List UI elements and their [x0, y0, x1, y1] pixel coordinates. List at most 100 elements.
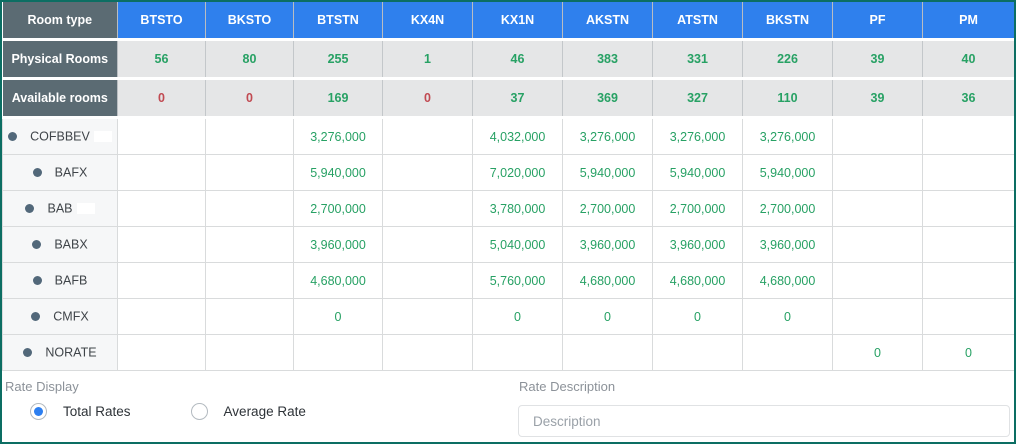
rate-value-cell: 0: [472, 298, 563, 335]
rate-value-cell: [117, 154, 206, 191]
rate-value-cell: [382, 334, 473, 371]
rate-row-label[interactable]: COFBBEV: [2, 117, 118, 155]
rate-row: BAFX 5,940,000 7,020,000 5,940,000 5,940,000…: [2, 154, 1014, 191]
radio-option-label: Average Rate: [223, 404, 306, 419]
corner-header: Room type: [2, 2, 118, 41]
rate-row-label[interactable]: BABX: [2, 226, 118, 263]
footer-bar: Rate Display Total Rates Average Rate Rat…: [2, 371, 1014, 437]
summary-value-cell: 226: [742, 39, 833, 80]
rate-value-cell: 0: [832, 334, 923, 371]
summary-value-cell: 383: [562, 39, 653, 80]
rate-value-cell: 4,680,000: [652, 262, 743, 299]
rate-display-options: Total Rates Average Rate: [4, 403, 518, 420]
rates-table-body: Room type BTSTO BKSTO BTSTN KX4N KX1N AKSTN ATS…: [2, 2, 1014, 371]
rate-value-cell: 3,780,000: [472, 190, 563, 227]
summary-value-cell: 46: [472, 39, 563, 80]
header-row: Room type BTSTO BKSTO BTSTN KX4N KX1N AKSTN ATS…: [2, 2, 1014, 41]
rate-bullet-icon: [23, 348, 33, 358]
summary-value-cell: 331: [652, 39, 743, 80]
summary-value-cell: 169: [293, 78, 383, 119]
rate-value-cell: [742, 334, 833, 371]
rate-code: BAB: [47, 201, 73, 216]
column-header: KX1N: [472, 2, 563, 41]
radio-option[interactable]: Average Rate: [190, 403, 306, 420]
rate-value-cell: [832, 298, 923, 335]
summary-row: Available rooms 0 0 169 0 37 369 327 110 39 36: [2, 78, 1014, 119]
rate-description-input[interactable]: [518, 405, 1010, 437]
rate-value-cell: 5,940,000: [652, 154, 743, 191]
rate-value-cell: [293, 334, 383, 371]
column-header: BTSTN: [293, 2, 383, 41]
rate-value-cell: [832, 190, 923, 227]
rate-value-cell: 2,700,000: [742, 190, 833, 227]
summary-value-cell: 36: [922, 78, 1014, 119]
rate-value-cell: 0: [562, 298, 653, 335]
rate-value-cell: [382, 298, 473, 335]
rate-row: BABX 3,960,000 5,040,000 3,960,000 3,960,000…: [2, 226, 1014, 263]
rate-value-cell: [922, 298, 1014, 335]
rate-value-cell: 2,700,000: [293, 190, 383, 227]
rate-value-cell: [117, 190, 206, 227]
rate-value-cell: 3,960,000: [742, 226, 833, 263]
column-header: PF: [832, 2, 923, 41]
rate-row-label[interactable]: NORATE: [2, 334, 118, 371]
rate-display-label: Rate Display: [5, 379, 79, 394]
rate-code: BAFX: [54, 165, 88, 180]
rate-value-cell: 0: [742, 298, 833, 335]
rate-value-cell: 0: [652, 298, 743, 335]
rate-display-group: Rate Display Total Rates Average Rate: [2, 377, 518, 420]
rate-value-cell: [205, 262, 294, 299]
rates-table: Room type BTSTO BKSTO BTSTN KX4N KX1N AKSTN ATS…: [2, 2, 1014, 371]
rate-value-cell: [117, 226, 206, 263]
rate-value-cell: 0: [922, 334, 1014, 371]
rate-value-cell: 3,276,000: [562, 117, 653, 155]
rate-value-cell: 3,960,000: [293, 226, 383, 263]
rate-value-cell: [117, 262, 206, 299]
rate-row: BAFB 4,680,000 5,760,000 4,680,000 4,680,000…: [2, 262, 1014, 299]
rate-value-cell: [922, 117, 1014, 155]
summary-value-cell: 369: [562, 78, 653, 119]
rate-value-cell: 4,680,000: [562, 262, 653, 299]
rate-value-cell: 3,276,000: [742, 117, 833, 155]
summary-value-cell: 0: [382, 78, 473, 119]
rate-code: COFBBEV: [30, 129, 90, 144]
rate-value-cell: [922, 262, 1014, 299]
rate-value-cell: [382, 262, 473, 299]
rate-row: COFBBEV 3,276,000 4,032,000 3,276,000 3,276,…: [2, 117, 1014, 155]
rate-bullet-icon: [32, 276, 42, 286]
rate-value-cell: 7,020,000: [472, 154, 563, 191]
rate-bullet-icon: [8, 132, 18, 142]
rate-bullet-icon: [31, 312, 41, 322]
summary-value-cell: 40: [922, 39, 1014, 80]
rate-value-cell: [205, 334, 294, 371]
rate-row: NORATE 0 0: [2, 334, 1014, 371]
summary-value-cell: 327: [652, 78, 743, 119]
rate-value-cell: [832, 117, 923, 155]
rate-value-cell: [382, 154, 473, 191]
rate-row-label[interactable]: BAFB: [2, 262, 118, 299]
column-header: BTSTO: [117, 2, 206, 41]
rate-row-label[interactable]: CMFX: [2, 298, 118, 335]
rate-row: BAB 2,700,000 3,780,000 2,700,000 2,700,000 2…: [2, 190, 1014, 227]
summary-value-cell: 255: [293, 39, 383, 80]
rate-value-cell: 5,760,000: [472, 262, 563, 299]
radio-unselected-icon[interactable]: [190, 403, 208, 420]
rate-value-cell: [205, 154, 294, 191]
summary-row: Physical Rooms 56 80 255 1 46 383 331 226 39 40: [2, 39, 1014, 80]
rate-code: BAFB: [54, 273, 88, 288]
column-header: ATSTN: [652, 2, 743, 41]
rate-value-cell: [205, 117, 294, 155]
rate-value-cell: [652, 334, 743, 371]
rate-value-cell: [922, 154, 1014, 191]
rate-code: NORATE: [45, 345, 97, 360]
radio-selected-icon[interactable]: [30, 403, 47, 420]
rate-value-cell: 5,940,000: [742, 154, 833, 191]
rate-bullet-icon: [32, 240, 42, 250]
rate-row-label[interactable]: BAB: [2, 190, 118, 227]
column-header: BKSTN: [742, 2, 833, 41]
rate-value-cell: [205, 190, 294, 227]
rate-value-cell: [205, 298, 294, 335]
rate-row-label[interactable]: BAFX: [2, 154, 118, 191]
rate-value-cell: 0: [293, 298, 383, 335]
radio-option[interactable]: Total Rates: [30, 403, 131, 420]
